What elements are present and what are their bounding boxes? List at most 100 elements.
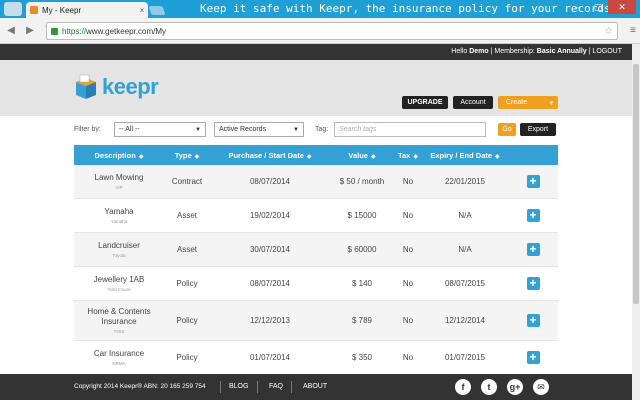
value-cell: $ 15000	[347, 211, 377, 220]
site-footer: Copyright 2014 Keepr® ABN: 20 165 259 75…	[0, 374, 632, 400]
bookmark-star-icon[interactable]: ☆	[604, 26, 613, 37]
status-select-value: Active Records	[219, 126, 267, 133]
column-start-date[interactable]: Purchase / Start Date ◆	[210, 151, 330, 160]
greeting-text: Hello	[451, 48, 470, 55]
footer-link-about[interactable]: ABOUT	[303, 383, 327, 390]
start-date-cell: 12/12/2013	[249, 316, 291, 325]
create-dropdown[interactable]: Create ▾	[498, 96, 558, 109]
url-text: https://www.getkeepr.com/My	[62, 26, 167, 36]
membership-value: Basic Annually	[536, 48, 587, 55]
expand-plus-icon[interactable]: +	[526, 351, 540, 364]
status-select[interactable]: Active Records ▼	[214, 122, 304, 137]
record-name: Jewellery 1AB	[93, 275, 145, 284]
table-header: Description ◆ Type ◆ Purchase / Start Date…	[74, 145, 558, 165]
type-cell: Asset	[176, 211, 197, 220]
google-plus-icon[interactable]: g+	[507, 379, 523, 395]
facebook-icon[interactable]: f	[455, 379, 471, 395]
browser-menu-icon[interactable]: ≡	[630, 25, 636, 36]
actions-cell: +	[508, 351, 558, 364]
start-date-cell: 19/02/2014	[249, 211, 291, 220]
start-date-cell: 01/07/2014	[249, 353, 291, 362]
minimize-button[interactable]: –	[568, 0, 588, 14]
export-button[interactable]: Export	[520, 123, 556, 136]
description-cell: Lawn Mowing VIP	[74, 173, 164, 190]
table-row[interactable]: Lawn Mowing VIP Contract 08/07/2014 $ 50 …	[74, 165, 558, 199]
value-cell: $ 60000	[347, 245, 377, 254]
new-tab-button[interactable]	[148, 6, 166, 15]
scrollbar-thumb[interactable]	[633, 64, 639, 304]
footer-divider	[257, 381, 258, 393]
forward-icon[interactable]: ▶	[22, 25, 38, 36]
upgrade-button[interactable]: UPGRADE	[402, 96, 448, 109]
membership-label: | Membership:	[488, 48, 537, 55]
tag-label: Tag:	[315, 126, 329, 133]
profile-icon[interactable]	[4, 2, 22, 16]
site-header: keepr UPGRADE Account Create ▾	[0, 60, 632, 116]
column-expiry[interactable]: Expiry / End Date ◆	[422, 151, 508, 160]
chevron-down-icon: ▾	[549, 99, 553, 107]
account-button[interactable]: Account	[453, 96, 493, 109]
record-provider: YOUI	[113, 329, 125, 334]
description-cell: Home & Contents Insurance YOUI	[74, 307, 164, 334]
table-row[interactable]: Home & Contents Insurance YOUI Policy 12/…	[74, 301, 558, 341]
expand-plus-icon[interactable]: +	[526, 243, 540, 256]
expand-plus-icon[interactable]: +	[526, 314, 540, 327]
description-cell: Yamaha Yamaha	[74, 207, 164, 224]
expand-plus-icon[interactable]: +	[526, 175, 540, 188]
record-provider: Yamaha	[110, 219, 128, 224]
table-row[interactable]: Landcruiser Toyota Asset 30/07/2014 $ 600…	[74, 233, 558, 267]
record-name: Landcruiser	[98, 241, 140, 250]
filter-label: Filter by:	[74, 126, 101, 133]
table-row[interactable]: Car Insurance NRMA Policy 01/07/2014 $ 35…	[74, 341, 558, 375]
table-row[interactable]: Jewellery 1AB Gold Insure Policy 08/07/20…	[74, 267, 558, 301]
expiry-cell: 01/07/2015	[444, 353, 486, 362]
browser-tab[interactable]: My - Keepr ×	[26, 2, 148, 18]
page-scrollbar[interactable]	[632, 44, 640, 400]
actions-cell: +	[508, 243, 558, 256]
logout-link[interactable]: | LOGOUT	[587, 48, 622, 55]
back-icon[interactable]: ◀	[3, 25, 19, 36]
tab-title: My - Keepr	[42, 5, 82, 15]
tax-cell: No	[402, 279, 414, 288]
expand-plus-icon[interactable]: +	[526, 209, 540, 222]
footer-link-faq[interactable]: FAQ	[269, 383, 283, 390]
column-description[interactable]: Description ◆	[74, 151, 164, 160]
maximize-button[interactable]: ▢	[588, 0, 608, 14]
email-icon[interactable]: ✉	[533, 379, 549, 395]
tab-close-icon[interactable]: ×	[136, 6, 148, 15]
start-date-cell: 30/07/2014	[249, 245, 291, 254]
record-provider: Gold Insure	[107, 287, 131, 292]
twitter-icon[interactable]: t	[481, 379, 497, 395]
record-provider: Toyota	[112, 253, 126, 258]
column-value[interactable]: Value ◆	[330, 151, 394, 160]
sort-icon: ◆	[194, 153, 200, 160]
value-cell: $ 140	[351, 279, 373, 288]
go-button[interactable]: Go	[498, 123, 516, 136]
value-cell: $ 789	[351, 316, 373, 325]
browser-titlebar: My - Keepr × Keep it safe with Keepr, th…	[0, 0, 640, 18]
filter-select[interactable]: -- All -- ▼	[114, 122, 206, 137]
keepr-logo[interactable]: keepr	[74, 74, 159, 100]
account-bar: Hello Demo | Membership: Basic Annually …	[0, 44, 632, 60]
value-cell: $ 50 / month	[339, 177, 385, 186]
address-bar[interactable]: https://www.getkeepr.com/My ☆	[46, 22, 618, 40]
expand-plus-icon[interactable]: +	[526, 277, 540, 290]
lock-icon	[51, 27, 58, 35]
description-cell: Landcruiser Toyota	[74, 241, 164, 258]
expiry-cell: N/A	[458, 245, 472, 254]
table-row[interactable]: Yamaha Yamaha Asset 19/02/2014 $ 15000 No…	[74, 199, 558, 233]
record-name: Home & Contents Insurance	[87, 307, 151, 326]
footer-link-blog[interactable]: BLOG	[229, 383, 248, 390]
expiry-cell: 22/01/2015	[444, 177, 486, 186]
create-label: Create	[506, 99, 528, 106]
copyright-text: Copyright 2014 Keepr® ABN: 20 165 259 75…	[74, 383, 206, 390]
record-name: Lawn Mowing	[94, 173, 144, 182]
column-type[interactable]: Type ◆	[164, 151, 210, 160]
column-tax[interactable]: Tax ◆	[394, 151, 422, 160]
close-window-button[interactable]: ✕	[608, 0, 636, 14]
tag-search-input[interactable]: Search tags	[334, 122, 486, 137]
title-banner: Keep it safe with Keepr, the insurance p…	[200, 2, 611, 15]
record-provider: NRMA	[112, 361, 126, 366]
sort-icon: ◆	[138, 153, 144, 160]
chevron-down-icon: ▼	[195, 126, 201, 133]
